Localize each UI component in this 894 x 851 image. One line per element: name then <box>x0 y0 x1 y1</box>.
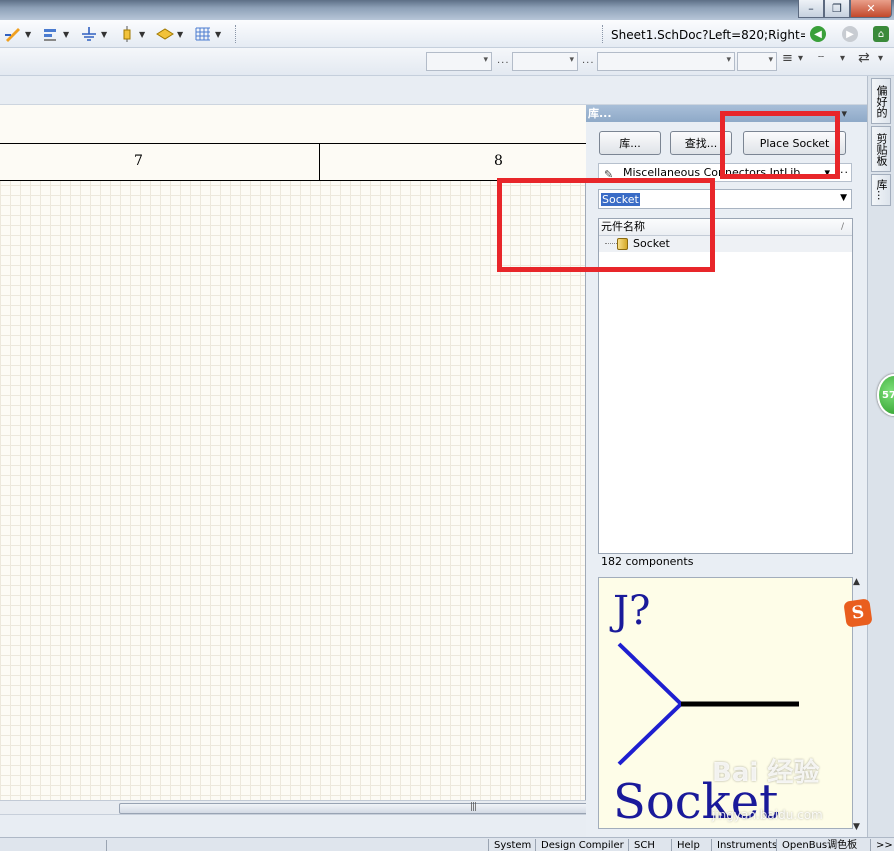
sheet-margin <box>0 105 586 143</box>
zone-label: 7 <box>134 153 143 169</box>
sort-icon: / <box>840 222 844 232</box>
font-combo[interactable] <box>426 52 492 71</box>
width-combo[interactable] <box>737 52 777 71</box>
minimize-button[interactable]: – <box>798 0 824 18</box>
ellipsis: ... <box>497 55 510 66</box>
annotation-box-filter <box>497 178 715 272</box>
libraries-button[interactable]: 库... <box>599 131 661 155</box>
title-bar: – ❐ ✕ <box>0 0 894 20</box>
annotation-box-place <box>720 111 840 179</box>
port-tool[interactable]: ▼ <box>156 24 183 44</box>
grip-icon: ||| <box>470 802 477 812</box>
chevron-down-icon[interactable]: ▼ <box>177 30 183 39</box>
line-style-icon[interactable]: ≡ <box>782 51 794 66</box>
chevron-down-icon[interactable]: ▼ <box>25 30 31 39</box>
status-openbus[interactable]: OpenBus调色板 <box>776 839 862 851</box>
watermark-url: jingyan.baidu.com <box>712 808 823 822</box>
right-dock: 偏好的 剪贴板 库... <box>867 76 894 837</box>
horizontal-scrollbar[interactable]: ||| <box>0 800 831 814</box>
status-system[interactable]: System <box>488 839 536 851</box>
watermark-logo: Bai 经验 <box>712 758 820 788</box>
chevron-down-icon[interactable]: ▼ <box>139 30 145 39</box>
status-more[interactable]: >> <box>870 839 894 851</box>
restore-button[interactable]: ❐ <box>824 0 850 18</box>
sogou-letter: S <box>850 602 866 624</box>
toolbar-separator <box>235 25 236 43</box>
document-address: Sheet1.SchDoc?Left=820;Right= <box>611 28 805 42</box>
swap-icon[interactable]: ⇄ <box>858 50 871 66</box>
wire-tool[interactable]: ▼ <box>4 24 31 44</box>
grid-tool[interactable]: ▼ <box>194 24 221 44</box>
chevron-down-icon[interactable]: ▼ <box>63 30 69 39</box>
status-help[interactable]: Help <box>671 839 705 851</box>
status-design-compiler[interactable]: Design Compiler <box>535 839 629 851</box>
chevron-down-icon[interactable]: ▼ <box>215 30 221 39</box>
part-tool[interactable]: ▼ <box>118 24 145 44</box>
close-button[interactable]: ✕ <box>850 0 892 18</box>
home-icon[interactable]: ⌂ <box>873 26 889 42</box>
socket-shape <box>617 642 684 766</box>
pencil-icon <box>4 25 22 43</box>
diamond-icon <box>156 25 174 43</box>
chevron-down-icon[interactable]: ▼ <box>840 193 847 203</box>
document-address-box[interactable]: Sheet1.SchDoc?Left=820;Right=▼ <box>607 25 805 45</box>
component-count: 182 components <box>601 555 694 568</box>
badge-text: 57 <box>882 389 894 401</box>
grid-icon <box>194 25 212 43</box>
dock-tab-libraries[interactable]: 库... <box>871 174 891 206</box>
dock-tab-favorites[interactable]: 偏好的 <box>871 78 891 124</box>
style-combo[interactable] <box>597 52 735 71</box>
zone-divider <box>319 144 320 180</box>
symbol-preview: J? Socket <box>598 577 853 829</box>
chevron-down-icon[interactable]: ▾ <box>878 53 884 64</box>
pin-icon[interactable]: ▾ <box>841 105 847 122</box>
resistor-icon <box>118 25 136 43</box>
status-sch[interactable]: SCH <box>628 839 660 851</box>
socket-symbol: J? Socket <box>609 588 799 828</box>
sogou-ime-icon[interactable]: S <box>843 598 873 628</box>
sheet-zone-border: 7 8 <box>0 143 586 181</box>
ellipsis: ... <box>582 55 595 66</box>
chevron-down-icon[interactable]: ▾ <box>840 53 846 64</box>
scroll-down-icon[interactable]: ▼ <box>853 822 860 832</box>
forward-icon[interactable]: ▶ <box>842 26 858 42</box>
preview-designator: J? <box>609 588 650 634</box>
power-port-tool[interactable]: ▼ <box>80 24 107 44</box>
status-bar: System Design Compiler SCH Help Instrume… <box>0 837 894 851</box>
scroll-up-icon[interactable]: ▲ <box>853 577 860 587</box>
zone-label: 8 <box>494 153 503 169</box>
chevron-down-icon[interactable]: ▾ <box>798 53 804 64</box>
status-instruments[interactable]: Instruments <box>711 839 782 851</box>
back-icon[interactable]: ◀ <box>810 26 826 42</box>
bus-tool[interactable]: ▼ <box>42 24 69 44</box>
toolbar-separator <box>602 25 603 43</box>
ground-icon <box>80 25 98 43</box>
size-combo[interactable] <box>512 52 578 71</box>
chevron-down-icon[interactable]: ▼ <box>101 30 107 39</box>
panel-title: 库... <box>588 107 612 120</box>
window-controls: – ❐ ✕ <box>798 0 892 18</box>
dash-style-icon[interactable]: ┄ <box>818 52 824 63</box>
align-icon <box>42 25 60 43</box>
format-toolbar: ... ... ≡ ▾ ┄ ▾ ⇄ ▾ <box>0 48 894 76</box>
app-window: – ❐ ✕ ▼ ▼ ▼ ▼ ▼ ▼ Sheet1.SchDoc?Left=820… <box>0 0 894 851</box>
dock-tab-clipboard[interactable]: 剪贴板 <box>871 126 891 172</box>
status-separator <box>106 840 107 851</box>
toolbar-strip <box>0 76 894 105</box>
